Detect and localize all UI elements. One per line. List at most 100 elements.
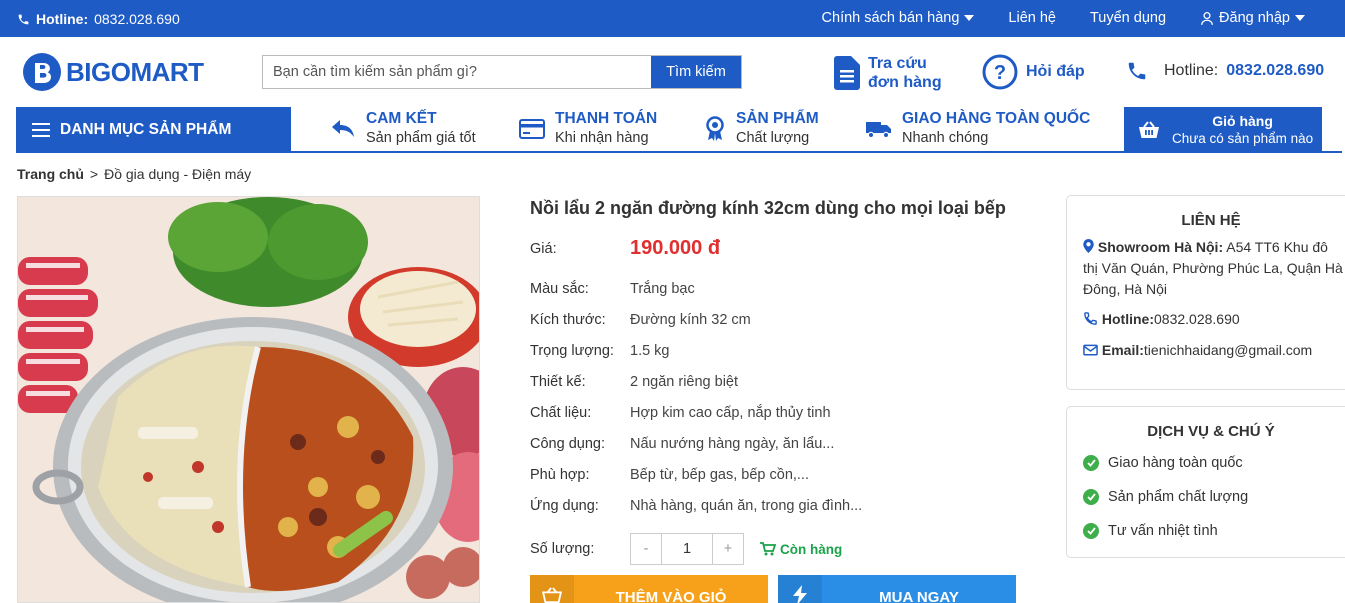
service-title: DỊCH VỤ & CHÚ Ý (1147, 423, 1275, 440)
header-hotline-label: Hotline: (1164, 62, 1219, 79)
contact-box: LIÊN HỆ Showroom Hà Nội: A54 TT6 Khu đô … (1066, 195, 1345, 390)
phone-icon (1084, 312, 1097, 325)
breadcrumb-home[interactable]: Trang chủ (17, 166, 84, 182)
spec-key: Thiết kế: (530, 373, 586, 390)
product-specs: Giá: 190.000 đ Màu sắc: Trắng bạc Kích th… (530, 232, 862, 521)
header-hotline[interactable]: Hotline: 0832.028.690 (1126, 60, 1324, 82)
envelope-icon (1083, 344, 1098, 356)
category-menu-label: DANH MỤC SẢN PHẨM (60, 120, 232, 138)
spec-row: Màu sắc: Trắng bạc (530, 273, 862, 304)
breadcrumb-current[interactable]: Đồ gia dụng - Điện máy (104, 166, 251, 182)
buy-now-label: MUA NGAY (879, 588, 959, 603)
check-icon (1083, 455, 1099, 471)
order-lookup[interactable]: Tra cứu đơn hàng (834, 54, 942, 92)
stock-status: Còn hàng (760, 542, 842, 557)
search-button[interactable]: Tìm kiếm (651, 56, 741, 88)
feature-commitment-title: CAM KẾT (366, 110, 437, 127)
contact-hotline-label: Hotline: (1101, 311, 1154, 327)
top-hotline[interactable]: Hotline: 0832.028.690 (17, 11, 180, 27)
spec-key: Công dụng: (530, 435, 605, 452)
price-value: 190.000 đ (630, 237, 721, 259)
price-label: Giá: (530, 240, 557, 257)
spec-value: Nhà hàng, quán ăn, trong gia đình... (630, 497, 863, 514)
search-input[interactable] (263, 56, 651, 88)
spec-key: Trọng lượng: (530, 342, 614, 359)
top-hotline-number: 0832.028.690 (94, 11, 180, 27)
product-image[interactable] (17, 196, 480, 603)
delivery-truck-icon (866, 122, 891, 139)
top-menu: Chính sách bán hàng Liên hệ Tuyển dụng Đ… (822, 10, 1305, 26)
contact-hotline-number: 0832.028.690 (1154, 311, 1240, 327)
spec-key: Chất liệu: (530, 404, 592, 421)
menu-sales-policy-label: Chính sách bán hàng (821, 10, 960, 26)
chevron-down-icon (964, 15, 975, 21)
spec-value: 2 ngăn riêng biệt (630, 373, 739, 390)
menu-careers[interactable]: Tuyển dụng (1090, 10, 1166, 26)
menu-login-label: Đăng nhập (1219, 10, 1290, 26)
spec-value: Hợp kim cao cấp, nắp thủy tinh (630, 404, 831, 421)
buy-now-button[interactable]: MUA NGAY (778, 575, 1016, 603)
basket-icon (530, 575, 574, 603)
faq-link[interactable]: ? Hỏi đáp (982, 54, 1085, 90)
menu-sales-policy[interactable]: Chính sách bán hàng (822, 10, 975, 26)
spec-key: Kích thước: (530, 311, 606, 328)
cart-button[interactable]: Giỏ hàng Chưa có sản phẩm nào (1124, 107, 1322, 152)
order-lookup-line2: đơn hàng (868, 74, 942, 91)
stock-label: Còn hàng (780, 541, 843, 557)
logo-mark-icon (23, 53, 61, 91)
service-item-label: Giao hàng toàn quốc (1108, 455, 1243, 471)
contact-email-label: Email: (1101, 342, 1144, 358)
feature-shipping-sub: Nhanh chóng (902, 130, 989, 146)
spec-row: Công dụng: Nấu nướng hàng ngày, ăn lẩu... (530, 428, 862, 459)
breadcrumb: Trang chủ > Đồ gia dụng - Điện máy (17, 166, 251, 182)
quantity-input[interactable]: 1 (661, 534, 713, 564)
quantity-minus-button[interactable]: - (631, 534, 661, 564)
cart-subtitle: Chưa có sản phẩm nào (1172, 131, 1314, 146)
lightning-icon (778, 575, 822, 603)
spec-value: Đường kính 32 cm (630, 311, 751, 328)
check-icon (1083, 489, 1099, 505)
document-icon (834, 56, 860, 90)
category-menu-button[interactable]: DANH MỤC SẢN PHẨM (16, 107, 291, 152)
feature-payment-title: THANH TOÁN (555, 110, 658, 127)
logo[interactable]: BIGOMART (22, 52, 204, 92)
user-icon (1201, 11, 1213, 25)
spec-row: Trọng lượng: 1.5 kg (530, 335, 862, 366)
contact-email-address: tienichhaidang@gmail.com (1143, 342, 1313, 358)
contact-hotline[interactable]: Hotline:0832.028.690 (1067, 309, 1345, 330)
add-to-cart-label: THÊM VÀO GIỎ (615, 588, 727, 603)
add-to-cart-button[interactable]: THÊM VÀO GIỎ (530, 575, 768, 603)
feature-commitment: CAM KẾT Sản phẩm giá tốt (330, 110, 476, 148)
check-icon (1083, 523, 1099, 539)
feature-payment-sub: Khi nhận hàng (555, 130, 649, 146)
showroom-label: Showroom Hà Nội: (1097, 239, 1224, 255)
menu-contact[interactable]: Liên hệ (1008, 10, 1056, 26)
service-item: Tư vấn nhiệt tình (1067, 514, 1345, 548)
feature-payment: THANH TOÁN Khi nhận hàng (519, 110, 657, 148)
phone-icon (1128, 62, 1146, 80)
spec-value: 1.5 kg (630, 342, 670, 359)
spec-row: Kích thước: Đường kính 32 cm (530, 304, 862, 335)
spec-key: Phù hợp: (530, 466, 590, 483)
feature-shipping-title: GIAO HÀNG TOÀN QUỐC (902, 110, 1091, 127)
return-arrow-icon (332, 120, 354, 137)
quantity-label: Số lượng: (530, 541, 595, 557)
cart-check-icon (760, 542, 776, 556)
price-row: Giá: 190.000 đ (530, 232, 862, 265)
hamburger-icon (32, 122, 50, 137)
service-item: Giao hàng toàn quốc (1067, 446, 1345, 480)
service-item-label: Sản phẩm chất lượng (1108, 489, 1249, 505)
spec-value: Trắng bạc (630, 280, 695, 297)
spec-row: Thiết kế: 2 ngăn riêng biệt (530, 366, 862, 397)
spec-key: Ứng dụng: (530, 497, 599, 514)
menu-login[interactable]: Đăng nhập (1200, 10, 1305, 26)
spec-row: Chất liệu: Hợp kim cao cấp, nắp thủy tinh (530, 397, 862, 428)
header-hotline-number: 0832.028.690 (1226, 62, 1325, 79)
contact-email[interactable]: Email:tienichhaidang@gmail.com (1067, 340, 1345, 361)
spec-value: Bếp từ, bếp gas, bếp cồn,... (630, 466, 809, 483)
spec-row: Ứng dụng: Nhà hàng, quán ăn, trong gia đì… (530, 490, 862, 521)
quantity-plus-button[interactable]: + (713, 534, 743, 564)
nav-underline (16, 151, 1342, 153)
breadcrumb-separator: > (89, 166, 99, 182)
map-pin-icon (1083, 239, 1094, 253)
